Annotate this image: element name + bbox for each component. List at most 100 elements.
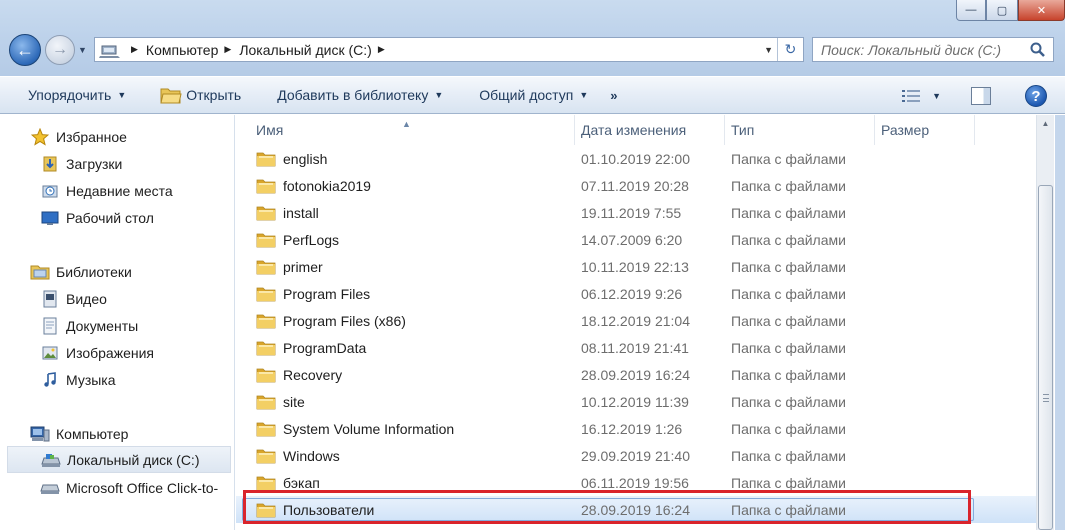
name-cell: ProgramData bbox=[236, 340, 575, 356]
scrollbar-thumb[interactable] bbox=[1038, 185, 1053, 530]
name-cell: PerfLogs bbox=[236, 232, 575, 248]
folder-icon bbox=[256, 368, 276, 382]
scroll-up-arrow[interactable]: ▲ bbox=[1037, 115, 1054, 132]
sidebar-item-pictures[interactable]: Изображения bbox=[0, 339, 232, 366]
search-input[interactable] bbox=[813, 41, 1023, 58]
organize-button[interactable]: Упорядочить ▼ bbox=[18, 81, 136, 109]
file-name: install bbox=[283, 204, 319, 221]
preview-pane-icon[interactable] bbox=[971, 87, 991, 105]
sort-ascending-icon: ▲ bbox=[402, 119, 411, 129]
file-name: ProgramData bbox=[283, 339, 367, 356]
breadcrumb-label: Локальный диск (C:) bbox=[239, 41, 372, 58]
table-row[interactable]: PerfLogs 14.07.2009 6:20 Папка с файлами bbox=[236, 226, 1036, 253]
chevron-down-icon[interactable]: ▼ bbox=[932, 91, 941, 101]
date-cell: 18.12.2019 21:04 bbox=[581, 312, 690, 329]
table-row[interactable]: System Volume Information 16.12.2019 1:2… bbox=[236, 415, 1036, 442]
date-cell: 07.11.2019 20:28 bbox=[581, 177, 689, 194]
column-header-label: Имя bbox=[256, 122, 284, 138]
more-commands-button[interactable]: » bbox=[600, 81, 627, 109]
table-row[interactable]: english 01.10.2019 22:00 Папка с файлами bbox=[236, 145, 1036, 172]
sidebar-item-recent-places[interactable]: Недавние места bbox=[0, 177, 232, 204]
name-cell: System Volume Information bbox=[236, 421, 575, 437]
sidebar-item-downloads[interactable]: Загрузки bbox=[0, 150, 232, 177]
column-header-date[interactable]: Дата изменения bbox=[575, 115, 725, 145]
chevron-right-icon[interactable]: ▶ bbox=[224, 44, 231, 55]
sidebar-item-label: Загрузки bbox=[66, 155, 123, 172]
search-icon[interactable] bbox=[1029, 41, 1047, 59]
table-row[interactable]: Windows 29.09.2019 21:40 Папка с файлами bbox=[236, 442, 1036, 469]
name-cell: Recovery bbox=[236, 367, 575, 383]
column-header-name[interactable]: ▲ Имя bbox=[236, 115, 575, 145]
folder-icon bbox=[256, 395, 276, 409]
search-box bbox=[812, 37, 1054, 62]
address-dropdown[interactable]: ▼ bbox=[764, 45, 773, 55]
chevron-right-icon[interactable]: ▶ bbox=[378, 44, 385, 55]
sidebar-item-desktop[interactable]: Рабочий стол bbox=[0, 204, 232, 231]
sidebar-item-music[interactable]: Музыка bbox=[0, 366, 232, 393]
address-bar[interactable]: ▶ Компьютер ▶ Локальный диск (C:) ▶ ▼ ↻ bbox=[94, 37, 804, 62]
chevron-down-icon: ▼ bbox=[117, 90, 127, 100]
type-cell: Папка с файлами bbox=[731, 339, 846, 356]
recent-pages-dropdown[interactable]: ▼ bbox=[78, 45, 87, 55]
column-header-size[interactable]: Размер bbox=[875, 115, 975, 145]
breadcrumb-label: Компьютер bbox=[145, 41, 219, 58]
video-icon bbox=[40, 290, 60, 308]
column-header-label: Тип bbox=[731, 122, 755, 138]
type-cell: Папка с файлами bbox=[731, 447, 846, 464]
pictures-icon bbox=[40, 344, 60, 362]
details-view-icon[interactable] bbox=[902, 89, 921, 103]
window-header: — ▢ ✕ ← → ▼ ▶ Компьютер ▶ Локальный диск … bbox=[0, 0, 1065, 76]
table-row[interactable]: install 19.11.2019 7:55 Папка с файлами bbox=[236, 199, 1036, 226]
share-button[interactable]: Общий доступ ▼ bbox=[469, 81, 598, 109]
navigation-pane: Избранное Загрузки Недавние места Рабочи… bbox=[0, 115, 235, 530]
table-row[interactable]: Program Files 06.12.2019 9:26 Папка с фа… bbox=[236, 280, 1036, 307]
sidebar-item-local-disk[interactable]: Локальный диск (C:) bbox=[7, 446, 231, 473]
back-button[interactable]: ← bbox=[9, 34, 41, 66]
open-button[interactable]: Открыть bbox=[150, 81, 251, 109]
folder-icon bbox=[256, 449, 276, 463]
add-to-library-label: Добавить в библиотеку bbox=[277, 87, 429, 103]
maximize-button[interactable]: ▢ bbox=[986, 0, 1018, 21]
sidebar-item-computer[interactable]: Компьютер bbox=[0, 420, 232, 447]
folder-icon bbox=[256, 260, 276, 274]
chevron-right-icon: ▶ bbox=[131, 44, 138, 54]
table-row[interactable]: primer 10.11.2019 22:13 Папка с файлами bbox=[236, 253, 1036, 280]
folder-icon bbox=[256, 206, 276, 220]
arrow-left-icon: ← bbox=[16, 39, 34, 60]
sidebar-item-documents[interactable]: Документы bbox=[0, 312, 232, 339]
computer-icon bbox=[99, 45, 120, 58]
chevron-down-icon: ▼ bbox=[434, 90, 444, 100]
date-cell: 10.12.2019 11:39 bbox=[581, 393, 689, 410]
breadcrumb-computer[interactable]: Компьютер ▶ bbox=[146, 42, 239, 58]
folder-icon bbox=[256, 476, 276, 490]
date-cell: 01.10.2019 22:00 bbox=[581, 150, 690, 167]
sidebar-item-favorites[interactable]: Избранное bbox=[0, 123, 232, 150]
name-cell: Windows bbox=[236, 448, 575, 464]
close-button[interactable]: ✕ bbox=[1018, 0, 1065, 21]
sidebar-item-video[interactable]: Видео bbox=[0, 285, 232, 312]
sidebar-item-office-drive[interactable]: Microsoft Office Click-to- bbox=[0, 474, 232, 501]
window-controls: — ▢ ✕ bbox=[956, 0, 1065, 21]
minimize-button[interactable]: — bbox=[956, 0, 986, 21]
vertical-scrollbar[interactable]: ▲ bbox=[1036, 115, 1054, 530]
breadcrumb-separator[interactable]: ▶ bbox=[125, 44, 146, 55]
forward-button[interactable]: → bbox=[45, 35, 75, 65]
refresh-button[interactable]: ↻ bbox=[777, 38, 803, 61]
type-cell: Папка с файлами bbox=[731, 204, 846, 221]
add-to-library-button[interactable]: Добавить в библиотеку ▼ bbox=[267, 81, 453, 109]
music-icon bbox=[40, 371, 60, 389]
table-row[interactable]: site 10.12.2019 11:39 Папка с файлами bbox=[236, 388, 1036, 415]
table-row[interactable]: ProgramData 08.11.2019 21:41 Папка с фай… bbox=[236, 334, 1036, 361]
folder-icon bbox=[256, 287, 276, 301]
column-header-type[interactable]: Тип bbox=[725, 115, 875, 145]
table-row[interactable]: Recovery 28.09.2019 16:24 Папка с файлам… bbox=[236, 361, 1036, 388]
downloads-icon bbox=[40, 155, 60, 173]
table-row[interactable]: fotonokia2019 07.11.2019 20:28 Папка с ф… bbox=[236, 172, 1036, 199]
help-button[interactable]: ? bbox=[1025, 85, 1047, 107]
table-row[interactable]: Program Files (x86) 18.12.2019 21:04 Пап… bbox=[236, 307, 1036, 334]
sidebar-item-libraries[interactable]: Библиотеки bbox=[0, 258, 232, 285]
type-cell: Папка с файлами bbox=[731, 150, 846, 167]
type-cell: Папка с файлами bbox=[731, 177, 846, 194]
name-cell: english bbox=[236, 151, 575, 167]
breadcrumb-local-disk[interactable]: Локальный диск (C:) ▶ bbox=[239, 42, 392, 58]
